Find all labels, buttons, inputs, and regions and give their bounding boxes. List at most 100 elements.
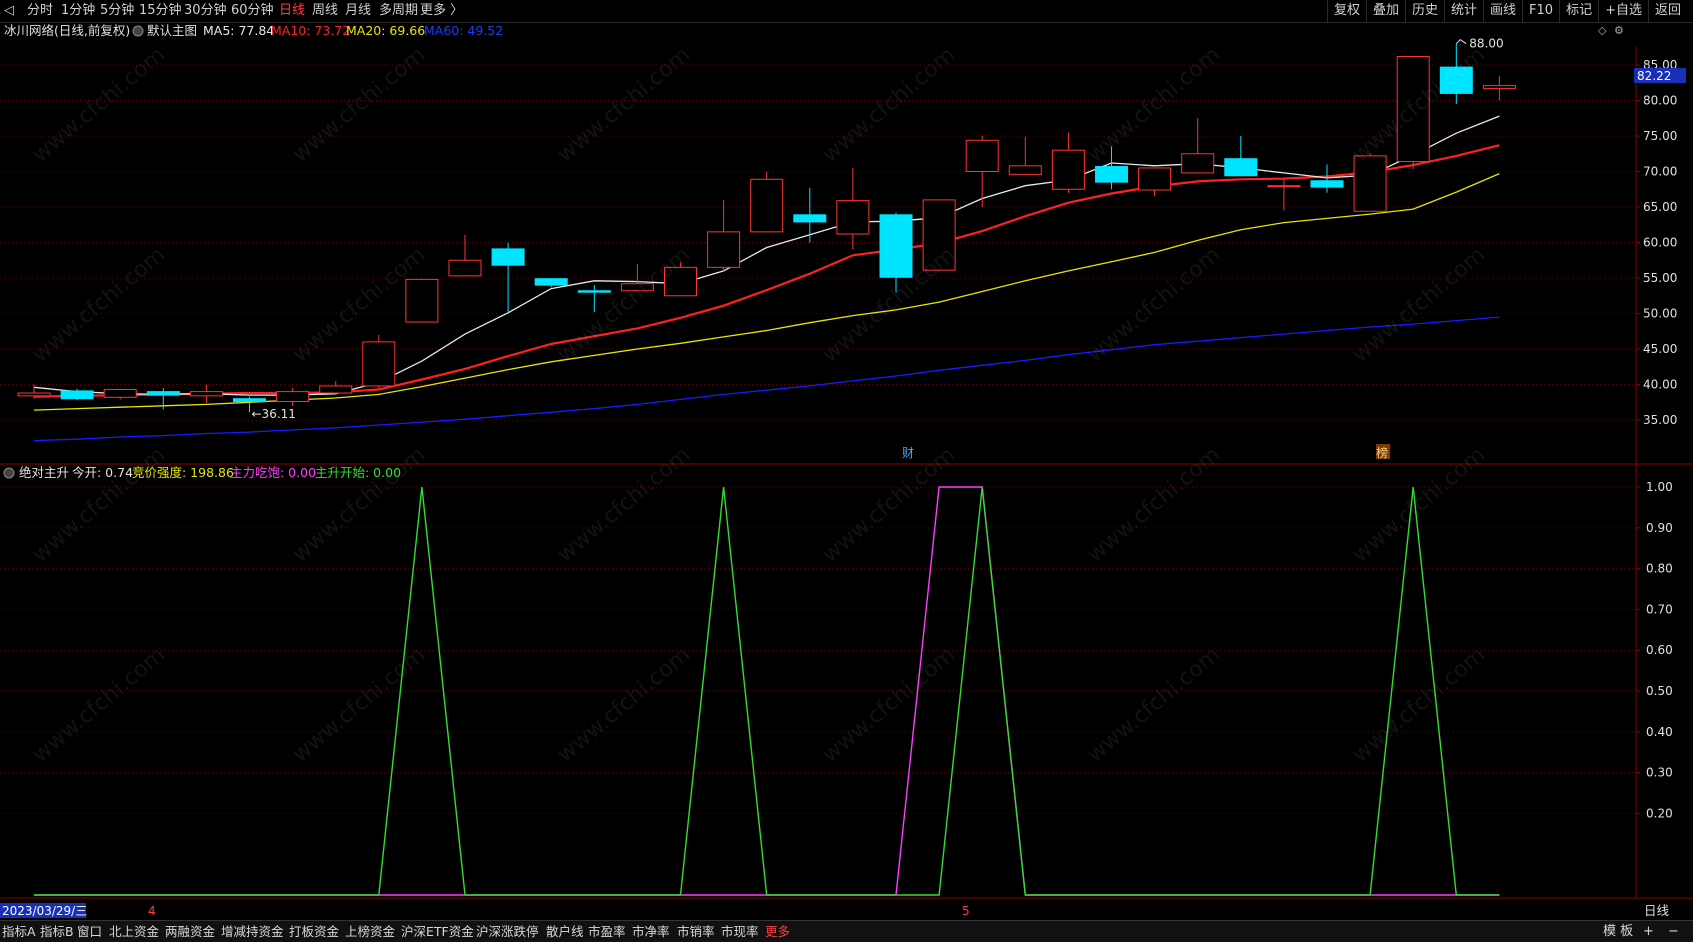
indicator-name[interactable]: 绝对主升 bbox=[19, 465, 69, 480]
bottom-tab-0[interactable]: 指标A bbox=[2, 923, 36, 940]
indicator-tick-label: 0.30 bbox=[1646, 766, 1673, 780]
bottom-tab-8[interactable]: 沪深ETF资金 bbox=[401, 923, 474, 940]
bottom-tab-1[interactable]: 指标B bbox=[40, 923, 74, 940]
candle bbox=[793, 187, 827, 243]
current-price-tag: 82.22 bbox=[1637, 69, 1671, 83]
ma5-label: MA5: 77.84 bbox=[203, 23, 274, 38]
top-toolbar: 分时 1分钟 5分钟 15分钟 30分钟 60分钟 日线 周线 月线 多周期 更多 〉 ◁ 复权 叠加历… bbox=[0, 0, 1693, 23]
remove-tab-button[interactable]: − bbox=[1668, 923, 1679, 940]
main-chart-label[interactable]: 默认主图 bbox=[147, 23, 197, 38]
bottom-tab-5[interactable]: 增减持资金 bbox=[221, 923, 284, 940]
candle-body-up bbox=[1482, 85, 1516, 89]
candle bbox=[362, 334, 396, 389]
period-tab-7[interactable]: 周线 bbox=[312, 3, 338, 19]
watermark-text: www.cfchi.com bbox=[818, 442, 960, 567]
price-tick-label: 50.00 bbox=[1643, 307, 1677, 321]
kline-chart[interactable]: 85.0080.0075.0070.0065.0060.0055.0050.00… bbox=[0, 23, 1693, 919]
watermark-text: www.cfchi.com bbox=[288, 642, 430, 767]
candle-body-up bbox=[836, 200, 870, 235]
bottom-tab-15[interactable]: 更多 bbox=[765, 923, 790, 940]
candle bbox=[1267, 178, 1301, 211]
candle-body-up bbox=[189, 391, 223, 397]
period-tab-3[interactable]: 15分钟 bbox=[139, 3, 182, 19]
candle bbox=[448, 234, 482, 277]
bottom-tab-10[interactable]: 散户线 bbox=[546, 923, 584, 940]
candle-body-up bbox=[17, 392, 51, 397]
candle-body-up bbox=[750, 178, 784, 233]
candle-body-down bbox=[233, 398, 266, 403]
candle-body-down bbox=[1095, 166, 1128, 183]
bottom-tab-14[interactable]: 市现率 bbox=[721, 923, 759, 940]
bottom-tab-3[interactable]: 北上资金 bbox=[109, 923, 159, 940]
period-tab-2[interactable]: 5分钟 bbox=[100, 3, 134, 19]
price-tick-label: 60.00 bbox=[1643, 236, 1677, 250]
period-tab-8[interactable]: 月线 bbox=[345, 3, 371, 19]
indicator-axis-labels: 1.00 0.90 0.80 0.70 0.60 0.50 0.40 0.30 0.20 bbox=[1646, 480, 1673, 820]
watermark-text: www.cfchi.com bbox=[28, 642, 170, 767]
bottom-tab-2[interactable]: 窗口 bbox=[77, 923, 102, 940]
price-tick-label: 80.00 bbox=[1643, 94, 1677, 108]
candle bbox=[276, 388, 310, 406]
price-tick-label: 35.00 bbox=[1643, 413, 1677, 427]
event-marker-finance: 财 bbox=[902, 446, 914, 460]
candle bbox=[750, 171, 784, 233]
back-arrow-icon[interactable]: ◁ bbox=[4, 3, 14, 19]
candle-body-up bbox=[707, 231, 741, 268]
template-button[interactable]: 模 板 bbox=[1603, 923, 1633, 940]
watermark-text: www.cfchi.com bbox=[1083, 242, 1225, 367]
watermark-text: www.cfchi.com bbox=[1348, 642, 1490, 767]
toolbar-button-2[interactable]: 历史 bbox=[1404, 0, 1444, 22]
month-mark-may: 5 bbox=[962, 904, 970, 918]
low-annotation: ←36.11 bbox=[252, 407, 296, 421]
today-open-label: 今开: 0.74 bbox=[72, 465, 133, 480]
watermark-text: www.cfchi.com bbox=[1083, 42, 1225, 167]
price-tick-label: 55.00 bbox=[1643, 271, 1677, 285]
bottom-tab-6[interactable]: 打板资金 bbox=[289, 923, 339, 940]
bottom-tab-7[interactable]: 上榜资金 bbox=[345, 923, 395, 940]
bottom-tab-4[interactable]: 两融资金 bbox=[165, 923, 215, 940]
period-tab-10[interactable]: 更多 〉 bbox=[420, 3, 463, 19]
period-tab-6[interactable]: 日线 bbox=[279, 3, 305, 19]
chart-settings-icon[interactable] bbox=[132, 25, 144, 37]
candle-body-up bbox=[448, 259, 482, 277]
candle bbox=[1138, 167, 1172, 197]
candle-body-down bbox=[793, 214, 827, 223]
settings-gear-icon[interactable]: ⚙ bbox=[1614, 24, 1624, 37]
candle-body-up bbox=[965, 139, 999, 173]
bottom-tab-13[interactable]: 市销率 bbox=[677, 923, 715, 940]
toolbar-button-3[interactable]: 统计 bbox=[1444, 0, 1483, 22]
candle bbox=[965, 136, 999, 207]
toolbar-button-4[interactable]: 画线 bbox=[1483, 0, 1522, 22]
period-tab-4[interactable]: 30分钟 bbox=[184, 3, 227, 19]
watermark-text: www.cfchi.com bbox=[818, 642, 960, 767]
collapse-icon[interactable]: ◇ bbox=[1598, 24, 1607, 37]
indicator-settings-icon[interactable] bbox=[3, 467, 15, 479]
candle-body-down bbox=[60, 390, 94, 400]
bottom-tab-11[interactable]: 市盈率 bbox=[588, 923, 626, 940]
toolbar-button-8[interactable]: 返回 bbox=[1647, 0, 1687, 22]
indicator-tick-label: 0.80 bbox=[1646, 562, 1673, 576]
toolbar-button-0[interactable]: 复权 bbox=[1326, 0, 1366, 22]
period-tab-9[interactable]: 多周期 bbox=[379, 3, 418, 19]
main-force-label: 主力吃饱: 0.00 bbox=[230, 465, 316, 480]
candle bbox=[319, 380, 353, 396]
candle bbox=[1482, 75, 1516, 101]
toolbar-button-7[interactable]: +自选 bbox=[1598, 0, 1648, 22]
add-tab-button[interactable]: + bbox=[1643, 923, 1654, 940]
candle-body-down bbox=[146, 391, 180, 396]
price-tick-label: 65.00 bbox=[1643, 200, 1677, 214]
toolbar-button-1[interactable]: 叠加 bbox=[1365, 0, 1405, 22]
candle-body-up bbox=[1051, 149, 1085, 190]
bottom-tab-12[interactable]: 市净率 bbox=[632, 923, 670, 940]
period-tab-1[interactable]: 1分钟 bbox=[61, 3, 95, 19]
watermark-text: www.cfchi.com bbox=[28, 442, 170, 567]
main-rise-label: 主升开始: 0.00 bbox=[315, 465, 401, 480]
period-tab-0[interactable]: 分时 bbox=[27, 3, 53, 19]
indicator-tick-label: 1.00 bbox=[1646, 480, 1673, 494]
watermark-text: www.cfchi.com bbox=[1083, 642, 1225, 767]
period-tab-5[interactable]: 60分钟 bbox=[231, 3, 274, 19]
toolbar-button-5[interactable]: F10 bbox=[1522, 0, 1559, 22]
toolbar-button-6[interactable]: 标记 bbox=[1559, 0, 1598, 22]
bottom-tab-9[interactable]: 沪深涨跌停 bbox=[476, 923, 539, 940]
candle bbox=[836, 167, 870, 250]
